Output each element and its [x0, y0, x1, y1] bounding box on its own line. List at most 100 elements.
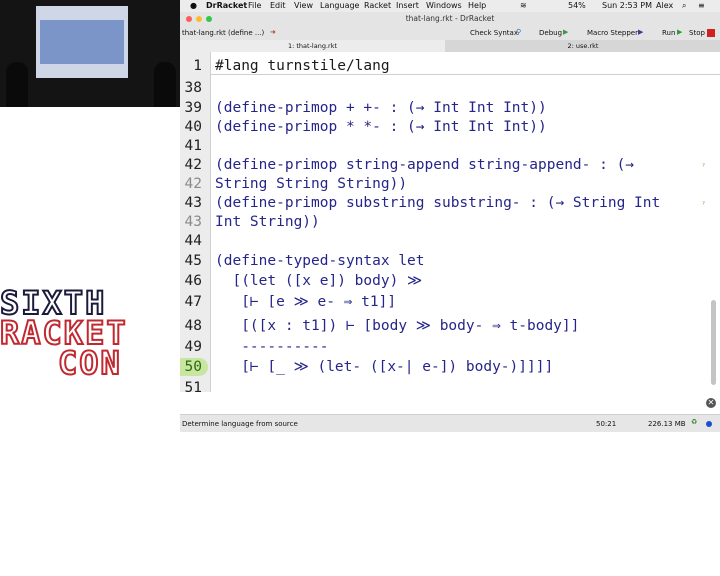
macro-stepper-button[interactable]: Macro Stepper	[587, 29, 638, 37]
battery-label: 54%	[568, 1, 586, 10]
window-title: that-lang.rkt - DrRacket	[405, 14, 495, 23]
vertical-scrollbar[interactable]	[711, 300, 716, 385]
debug-button[interactable]: Debug	[539, 29, 562, 37]
code-line: 46 [(let ([x e]) body) ≫	[180, 272, 720, 291]
code-line-current: 50 [⊢ [_ ≫ (let- ([x-| e-]) body-)]]]]	[180, 358, 720, 377]
video-panel: SIXTH RACKET CON	[0, 0, 180, 432]
menu-language[interactable]: Language	[320, 1, 359, 10]
code-text: ----------	[215, 339, 329, 355]
projected-slide	[40, 20, 124, 64]
line-number: 51	[184, 380, 202, 392]
check-syntax-button[interactable]: Check Syntax	[470, 29, 518, 37]
line-number: 42	[184, 176, 202, 192]
line-number: 43	[184, 195, 202, 211]
code-text: (define-primop * *- : (→ Int Int Int))	[215, 119, 547, 135]
recycle-icon[interactable]: ♻	[691, 418, 697, 426]
stop-button[interactable]: Stop	[689, 29, 705, 37]
code-line: 45 (define-typed-syntax let	[180, 252, 720, 271]
wifi-icon[interactable]: ≋	[520, 1, 527, 10]
code-text: (define-primop string-append string-appe…	[215, 157, 635, 173]
search-icon[interactable]: ⌕	[682, 1, 686, 11]
run-icon: ▶	[677, 28, 683, 36]
code-line: 51	[180, 379, 720, 392]
conference-logo: SIXTH RACKET CON	[0, 286, 180, 383]
define-menu-button[interactable]: (define ...)	[228, 29, 264, 37]
app-menu[interactable]: DrRacket	[206, 1, 247, 10]
memory-usage[interactable]: 226.13 MB	[648, 420, 686, 428]
status-dot-icon	[706, 421, 712, 427]
line-number: 50	[184, 359, 202, 375]
menu-edit[interactable]: Edit	[270, 1, 286, 10]
menu-windows[interactable]: Windows	[426, 1, 462, 10]
magnifier-check-icon: ⚲	[516, 28, 522, 36]
definitions-editor[interactable]: 1 #lang turnstile/lang 38 39 (define-pri…	[180, 52, 720, 392]
speaker-left	[6, 62, 28, 107]
line-number: 44	[184, 233, 202, 249]
speaker-right	[154, 62, 176, 107]
line-number: 48	[184, 318, 202, 334]
code-line: 41	[180, 137, 720, 156]
tab-use[interactable]: 2: use.rkt	[446, 40, 720, 52]
code-line: 47 [⊢ [e ≫ e- ⇒ t1]]	[180, 293, 720, 312]
menu-list-icon[interactable]: ≡	[698, 1, 705, 10]
code-line-continuation: 43 Int String))	[180, 213, 720, 232]
close-pane-icon[interactable]: ✕	[706, 398, 716, 408]
line-number: 46	[184, 273, 202, 289]
user-name[interactable]: Alex	[656, 1, 673, 10]
code-line: 43 (define-primop substring substring- :…	[180, 194, 720, 213]
code-text: String String String))	[215, 176, 408, 192]
mac-menubar: ● DrRacket File Edit View Language Racke…	[180, 0, 720, 12]
code-text: (define-primop substring substring- : (→…	[215, 195, 661, 211]
debug-play-icon: ▶	[563, 28, 569, 36]
code-line: 40 (define-primop * *- : (→ Int Int Int)…	[180, 118, 720, 137]
tab-bar: 1: that-lang.rkt 2: use.rkt	[180, 40, 720, 52]
tab-that-lang[interactable]: 1: that-lang.rkt	[180, 40, 445, 52]
logo-line-3: CON	[57, 344, 122, 382]
header-divider	[210, 74, 720, 75]
clock[interactable]: Sun 2:53 PM	[602, 1, 652, 10]
file-menu-button[interactable]: that-lang.rkt	[182, 29, 226, 37]
projection-screen	[36, 6, 128, 78]
stage-video	[0, 0, 180, 107]
line-number: 39	[184, 100, 202, 116]
code-text: [⊢ [e ≫ e- ⇒ t1]]	[215, 294, 397, 310]
menu-view[interactable]: View	[294, 1, 313, 10]
jump-arrow-icon[interactable]: ➜	[270, 28, 276, 36]
menu-file[interactable]: File	[248, 1, 261, 10]
line-number: 40	[184, 119, 202, 135]
toolbar: that-lang.rkt (define ...) ➜ Check Synta…	[180, 26, 720, 41]
stop-icon	[707, 29, 715, 37]
language-selector[interactable]: Determine language from source	[182, 420, 298, 428]
code-line: 42 (define-primop string-append string-a…	[180, 156, 720, 175]
code-text: [([x : t1]) ⊢ [body ≫ body- ⇒ t-body]]	[215, 318, 580, 334]
code-text: (define-primop + +- : (→ Int Int Int))	[215, 100, 547, 116]
line-number: 1	[193, 58, 202, 74]
code-line: 49 ----------	[180, 338, 720, 357]
menu-racket[interactable]: Racket	[364, 1, 391, 10]
macro-stepper-icon: ▶	[638, 28, 644, 36]
line-number: 42	[184, 157, 202, 173]
line-number: 38	[184, 80, 202, 96]
info-marker-icon: ˀ	[702, 162, 705, 171]
line-number: 41	[184, 138, 202, 154]
code-text: (define-typed-syntax let	[215, 253, 425, 269]
line-number: 47	[184, 294, 202, 310]
cursor-position: 50:21	[596, 420, 617, 428]
code-line: 39 (define-primop + +- : (→ Int Int Int)…	[180, 99, 720, 118]
menu-insert[interactable]: Insert	[396, 1, 419, 10]
code-text: [(let ([x e]) body) ≫	[215, 273, 423, 289]
status-bar: Determine language from source 50:21 226…	[180, 414, 720, 432]
title-bar: that-lang.rkt - DrRacket	[180, 12, 720, 26]
line-number: 43	[184, 214, 202, 230]
line-number: 45	[184, 253, 202, 269]
drracket-window: ● DrRacket File Edit View Language Racke…	[180, 0, 720, 432]
code-text: Int String))	[215, 214, 320, 230]
code-text: [⊢ [_ ≫ (let- ([x-| e-]) body-)]]]]	[215, 359, 554, 375]
apple-icon[interactable]: ●	[190, 1, 197, 10]
run-button[interactable]: Run	[662, 29, 675, 37]
code-line: 38	[180, 79, 720, 98]
code-line-continuation: 42 String String String))	[180, 175, 720, 194]
line-number: 49	[184, 339, 202, 355]
code-line: 44	[180, 232, 720, 251]
menu-help[interactable]: Help	[468, 1, 486, 10]
